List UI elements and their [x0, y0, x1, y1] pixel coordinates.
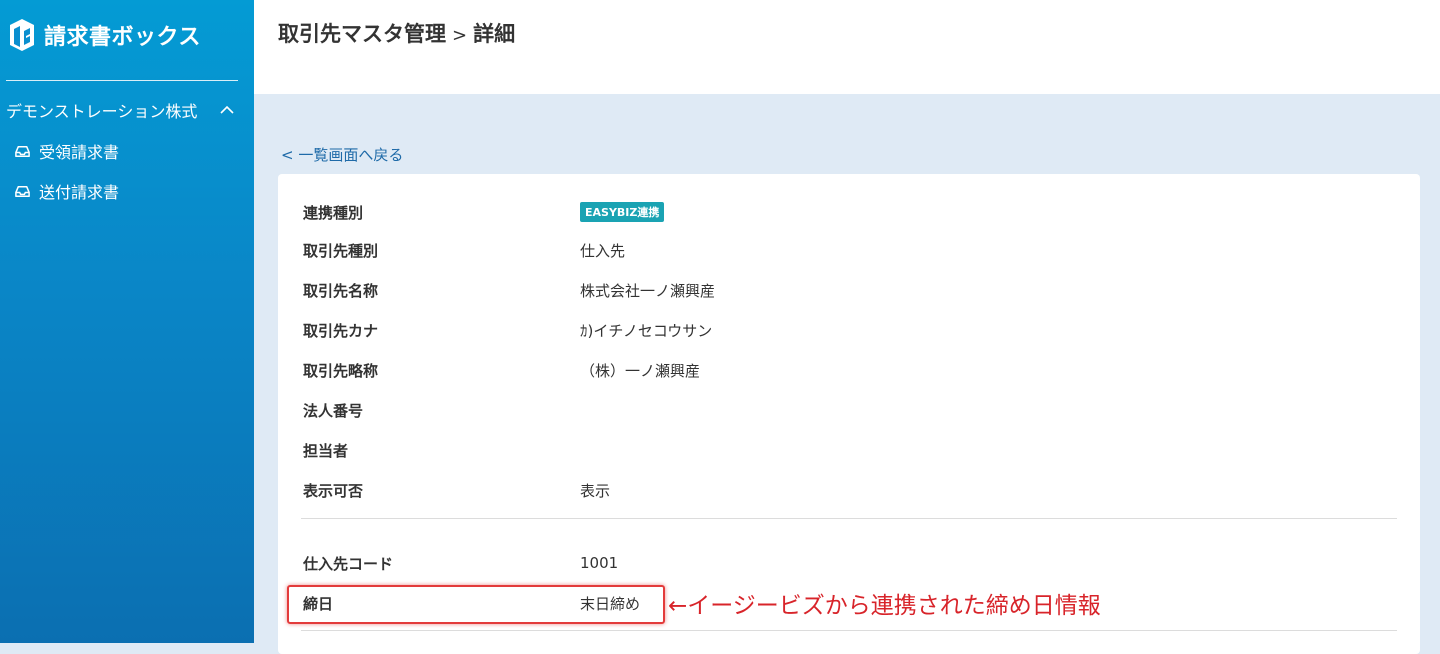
- sidebar-item-label: 送付請求書: [39, 183, 120, 202]
- back-to-list-link[interactable]: < 一覧画面へ戻る: [281, 144, 403, 165]
- page-header: 取引先マスタ管理 > 詳細: [254, 0, 1440, 94]
- sidebar-item-sent-invoices[interactable]: 送付請求書: [14, 179, 119, 203]
- field-value: 表示: [580, 481, 611, 500]
- detail-row-corporate-number: 法人番号: [303, 398, 1397, 422]
- sidebar-item-received-invoices[interactable]: 受領請求書: [14, 139, 119, 163]
- detail-row-visibility: 表示可否 表示: [303, 478, 1397, 502]
- field-label: 取引先略称: [303, 361, 379, 380]
- closing-date-highlight: [287, 585, 665, 624]
- logo-icon: [10, 19, 34, 51]
- integration-badge: EASYBIZ連携: [580, 202, 665, 222]
- inbox-icon: [15, 185, 30, 197]
- annotation-text: ←イージービズから連携された締め日情報: [668, 593, 1101, 619]
- page-title: 詳細: [473, 22, 516, 46]
- field-value: ｶ)イチノセコウサン: [580, 321, 713, 340]
- field-label: 取引先名称: [303, 281, 379, 300]
- brand-name: 請求書ボックス: [44, 25, 201, 50]
- inbox-icon: [15, 145, 30, 157]
- company-name: デモンストレーション株式: [6, 102, 198, 121]
- detail-row-partner-name: 取引先名称 株式会社一ノ瀬興産: [303, 278, 1397, 302]
- field-label: 取引先種別: [303, 241, 379, 260]
- detail-row-integration-type: 連携種別 EASYBIZ連携: [303, 200, 1397, 224]
- detail-row-partner-kana: 取引先カナ ｶ)イチノセコウサン: [303, 318, 1397, 342]
- detail-row-partner-type: 取引先種別 仕入先: [303, 238, 1397, 262]
- field-label: 仕入先コード: [303, 554, 394, 573]
- detail-card: 連携種別 EASYBIZ連携 取引先種別 仕入先 取引先名称 株式会社一ノ瀬興産…: [278, 174, 1420, 654]
- sidebar-divider: [6, 80, 238, 81]
- section-divider: [301, 518, 1397, 519]
- breadcrumb-parent[interactable]: 取引先マスタ管理: [278, 22, 446, 46]
- field-value: 1001: [580, 554, 619, 572]
- detail-row-partner-abbreviation: 取引先略称 （株）一ノ瀬興産: [303, 358, 1397, 382]
- field-label: 連携種別: [303, 203, 364, 222]
- detail-row-person-in-charge: 担当者: [303, 438, 1397, 462]
- detail-row-supplier-code: 仕入先コード 1001: [303, 551, 1397, 575]
- company-selector[interactable]: デモンストレーション株式: [6, 98, 234, 122]
- chevron-up-icon: [220, 105, 234, 114]
- sidebar: 請求書ボックス デモンストレーション株式 受領請求書 送付請求書: [0, 0, 254, 643]
- field-value: （株）一ノ瀬興産: [580, 361, 701, 380]
- field-label: 法人番号: [303, 401, 364, 420]
- brand-logo[interactable]: 請求書ボックス: [6, 17, 201, 53]
- section-divider: [301, 630, 1397, 631]
- breadcrumb-separator: >: [452, 25, 468, 46]
- field-value: 株式会社一ノ瀬興産: [580, 281, 716, 300]
- field-value: 仕入先: [580, 241, 626, 260]
- field-label: 担当者: [303, 441, 349, 460]
- sidebar-item-label: 受領請求書: [39, 143, 120, 162]
- field-label: 取引先カナ: [303, 321, 379, 340]
- field-label: 表示可否: [303, 481, 364, 500]
- breadcrumb: 取引先マスタ管理 > 詳細: [278, 18, 515, 48]
